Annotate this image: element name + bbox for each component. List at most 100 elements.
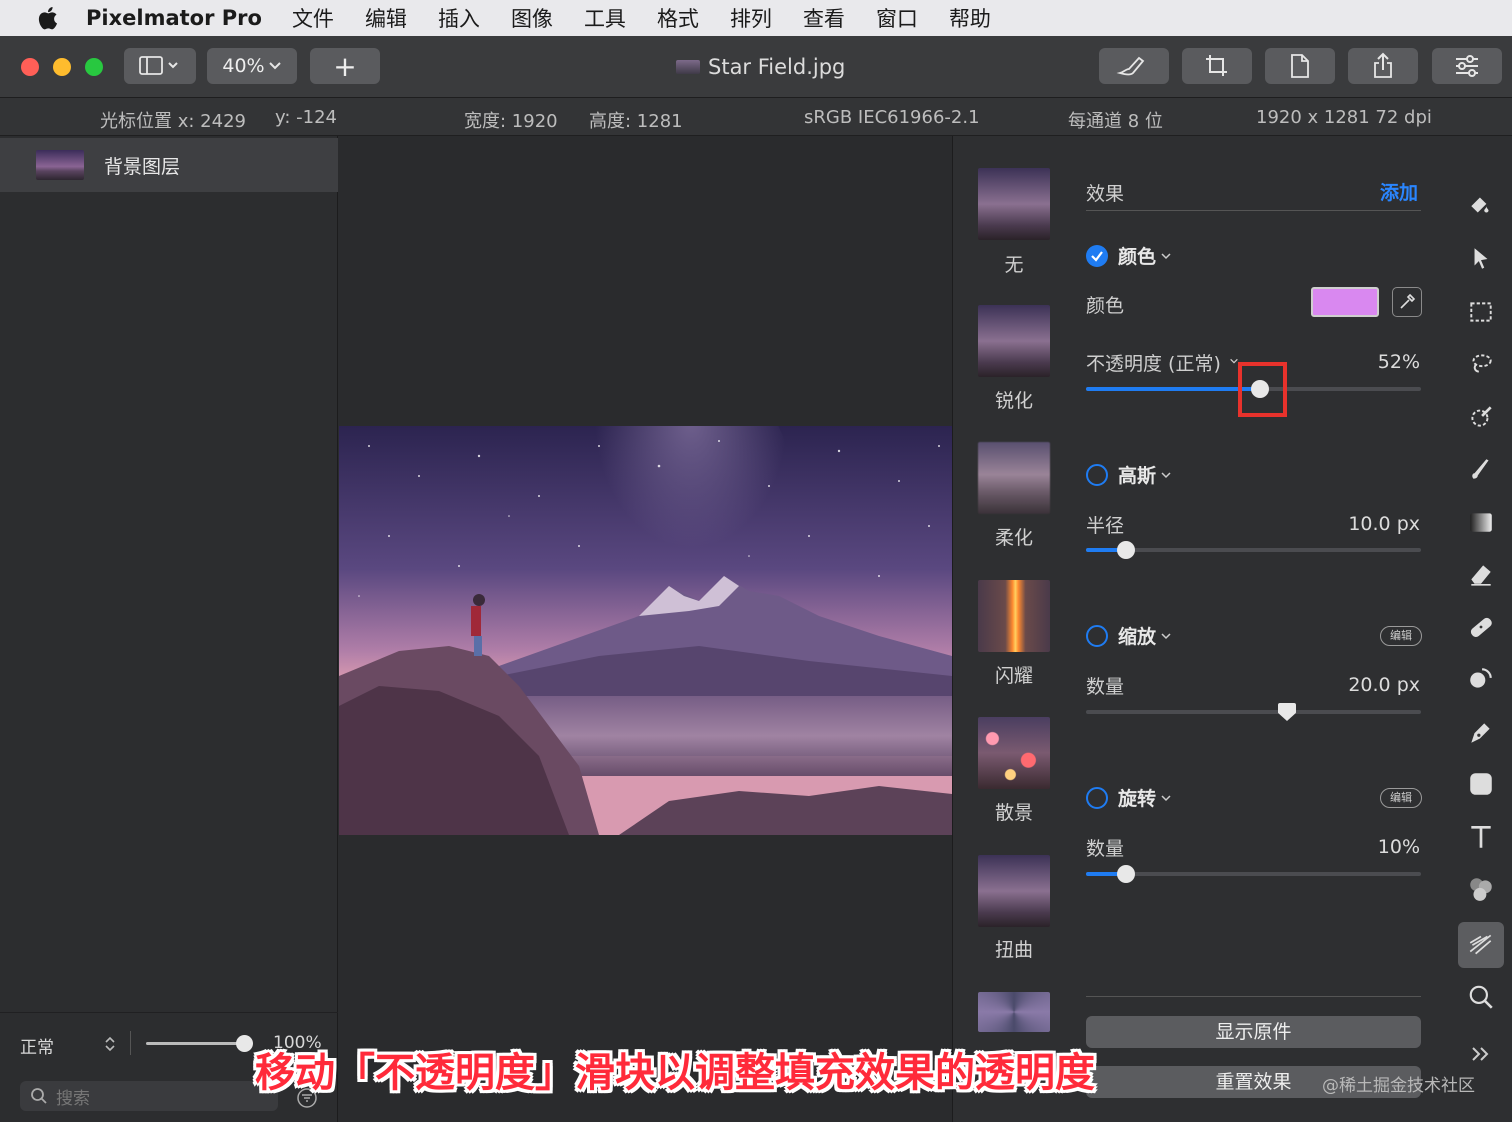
gauss-effect-title[interactable]: 高斯 [1086, 461, 1172, 488]
rect-select-icon [1470, 302, 1492, 322]
rect-select-tool-button[interactable] [1466, 297, 1496, 327]
crop-icon [1206, 55, 1227, 76]
zoom-value: 40% [222, 55, 265, 77]
star-field-photo [339, 426, 952, 835]
search-icon [31, 1088, 47, 1104]
radius-value: 10.0 px [1348, 513, 1420, 535]
arrow-select-tool-button[interactable] [1466, 244, 1496, 274]
enabled-checkbox[interactable] [1086, 244, 1108, 267]
blend-mode-select[interactable]: 正常 [20, 1033, 54, 1058]
layer-item[interactable]: 背景图层 [0, 138, 338, 192]
app-name-menu[interactable]: Pixelmator Pro [86, 6, 262, 30]
menu-arrange[interactable]: 排列 [730, 3, 772, 33]
lasso-tool-button[interactable] [1466, 349, 1496, 379]
chevron-down-icon [1161, 252, 1171, 259]
share-icon [1374, 52, 1392, 78]
color-adjust-icon [1470, 878, 1492, 901]
eyedropper-button[interactable] [1392, 287, 1422, 317]
repair-tool-button[interactable] [1099, 48, 1169, 84]
apple-icon[interactable] [34, 5, 64, 31]
layer-name: 背景图层 [104, 155, 181, 178]
preset-thumb-bokeh[interactable] [978, 717, 1050, 789]
zoom-edit-button[interactable]: 编辑 [1380, 626, 1422, 646]
sidebar-toggle-button[interactable] [124, 48, 196, 84]
radius-slider[interactable] [1086, 541, 1421, 559]
minimize-window-button[interactable] [53, 58, 71, 76]
add-effect-button[interactable]: 添加 [1380, 178, 1418, 205]
show-original-button[interactable]: 显示原件 [1086, 1016, 1421, 1048]
tutorial-caption: 移动「不透明度」滑块以调整填充效果的透明度 [255, 1050, 1095, 1096]
preset-thumb-none[interactable] [978, 168, 1050, 240]
enable-toggle[interactable] [1086, 463, 1108, 486]
rotate-amount-slider[interactable] [1086, 865, 1421, 883]
preset-thumb-distort[interactable] [978, 855, 1050, 927]
pen-icon [1471, 723, 1490, 743]
effects-icon [1469, 934, 1492, 955]
enable-toggle[interactable] [1086, 786, 1108, 809]
rotate-effect-title[interactable]: 旋转 [1086, 784, 1172, 811]
menu-tools[interactable]: 工具 [584, 3, 626, 33]
zoom-effect-title[interactable]: 缩放 [1086, 622, 1172, 649]
color-adjust-tool-button[interactable] [1466, 874, 1496, 904]
gauss-effect-name: 高斯 [1118, 465, 1157, 487]
close-window-button[interactable] [21, 58, 39, 76]
menu-format[interactable]: 格式 [657, 3, 699, 33]
color-label: 颜色 [1086, 295, 1125, 317]
layer-opacity-slider[interactable] [146, 1042, 246, 1045]
zoom-tool-button[interactable] [1466, 982, 1496, 1012]
color-effect-title[interactable]: 颜色 [1086, 242, 1172, 269]
effects-tool-button[interactable] [1466, 929, 1496, 959]
clone-icon [1470, 668, 1492, 688]
preset-thumb-glow[interactable] [978, 580, 1050, 652]
layer-opacity-knob[interactable] [236, 1035, 253, 1052]
format-document-button[interactable] [1265, 48, 1335, 84]
document-image[interactable] [339, 426, 952, 835]
clone-tool-button[interactable] [1466, 664, 1496, 694]
opacity-label[interactable]: 不透明度 (正常) [1086, 349, 1221, 376]
opacity-slider-fill [1086, 387, 1261, 391]
text-tool-button[interactable] [1466, 822, 1496, 852]
layers-search-field[interactable]: 搜索 [20, 1081, 278, 1111]
preset-label-glow: 闪耀 [994, 665, 1033, 687]
zoom-amount-slider[interactable] [1086, 703, 1421, 721]
crop-button[interactable] [1182, 48, 1252, 84]
paint-bucket-tool-button[interactable] [1466, 190, 1496, 220]
preset-thumb-kaleidoscope[interactable] [978, 992, 1050, 1032]
menu-image[interactable]: 图像 [511, 3, 553, 33]
menu-help[interactable]: 帮助 [949, 3, 991, 33]
menu-view[interactable]: 查看 [803, 3, 845, 33]
color-swatch[interactable] [1311, 287, 1379, 317]
preset-thumb-soften[interactable] [978, 442, 1050, 514]
zoom-window-button[interactable] [85, 58, 103, 76]
brush-tool-button[interactable] [1466, 454, 1496, 484]
bit-depth-readout: 每通道 8 位 [1068, 111, 1163, 132]
adjustments-button[interactable] [1432, 48, 1502, 84]
menu-file[interactable]: 文件 [292, 3, 334, 33]
pen-tool-button[interactable] [1466, 717, 1496, 747]
menu-window[interactable]: 窗口 [876, 3, 918, 33]
gradient-tool-button[interactable] [1466, 507, 1496, 537]
document-title-text: Star Field.jpg [708, 55, 846, 79]
add-layer-button[interactable]: + [310, 48, 380, 84]
bandage-tool-button[interactable] [1466, 612, 1496, 642]
quick-select-tool-button[interactable] [1466, 402, 1496, 432]
effects-header: 效果 [1086, 183, 1125, 205]
updown-chevron-icon[interactable] [103, 1035, 117, 1053]
enable-toggle[interactable] [1086, 624, 1108, 647]
rotate-amount-value: 10% [1377, 836, 1420, 858]
eraser-tool-button[interactable] [1466, 559, 1496, 589]
rotate-edit-button[interactable]: 编辑 [1380, 788, 1422, 808]
menu-edit[interactable]: 编辑 [365, 3, 407, 33]
footer-divider [1086, 996, 1421, 997]
lasso-icon [1472, 354, 1492, 373]
divider [130, 1031, 131, 1055]
expand-tools-icon[interactable] [1469, 1042, 1493, 1066]
eraser-icon [1471, 565, 1491, 586]
checkmark-icon [1091, 250, 1103, 262]
shape-tool-button[interactable] [1466, 769, 1496, 799]
zoom-dropdown[interactable]: 40% [207, 48, 297, 84]
preset-thumb-sharpen[interactable] [978, 305, 1050, 377]
menu-insert[interactable]: 插入 [438, 3, 480, 33]
share-button[interactable] [1348, 48, 1418, 84]
colorspace-readout: sRGB IEC61966-2.1 [804, 107, 980, 128]
